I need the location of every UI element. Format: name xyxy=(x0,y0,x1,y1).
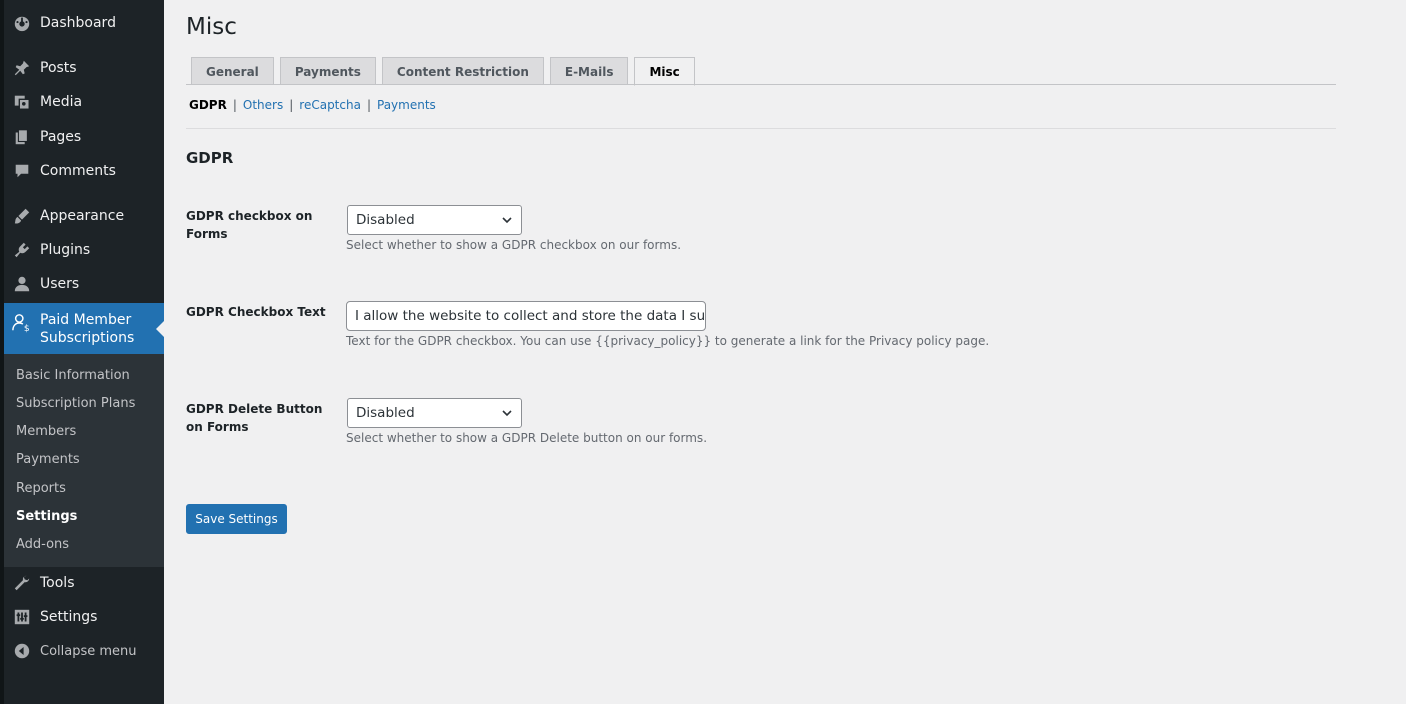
pin-icon xyxy=(12,58,32,78)
dashboard-icon xyxy=(12,13,32,33)
menu-label: Media xyxy=(40,94,83,110)
users-icon xyxy=(12,274,32,294)
submenu-item-basic-information[interactable]: Basic Information xyxy=(16,368,130,383)
subnav-separator: | xyxy=(232,98,237,112)
menu-label: Paid Member Subscriptions xyxy=(40,311,134,347)
select-value: Disabled xyxy=(356,405,415,421)
svg-text:$: $ xyxy=(24,324,30,334)
media-icon xyxy=(12,92,32,112)
appearance-icon xyxy=(12,206,32,226)
label-line2: on Forms xyxy=(186,420,249,434)
tabs-divider xyxy=(186,84,1336,85)
menu-label: Appearance xyxy=(40,208,125,224)
collapse-menu-button[interactable]: Collapse menu xyxy=(4,638,164,664)
menu-label: Comments xyxy=(40,163,116,179)
menu-label-line2: Subscriptions xyxy=(40,330,135,346)
gdpr-checkbox-label: GDPR checkbox on Forms xyxy=(186,207,331,243)
gdpr-delete-button-select[interactable]: Disabled xyxy=(347,398,522,428)
chevron-down-icon xyxy=(502,410,512,417)
label-line2: Forms xyxy=(186,227,228,241)
chevron-down-icon xyxy=(502,217,512,224)
gdpr-delete-button-description: Select whether to show a GDPR Delete but… xyxy=(346,431,708,445)
menu-label: Posts xyxy=(40,60,77,76)
label-line1: GDPR Delete Button xyxy=(186,402,323,416)
section-divider xyxy=(186,128,1336,129)
menu-item-posts[interactable]: Posts xyxy=(4,55,164,81)
admin-sidebar: Dashboard Posts Media Pages Comments App… xyxy=(0,0,165,704)
tools-icon xyxy=(12,573,32,593)
sub-navigation: GDPR | Others | reCaptcha | Payments xyxy=(189,98,436,112)
submenu-item-settings[interactable]: Settings xyxy=(16,509,77,524)
menu-item-settings[interactable]: Settings xyxy=(4,604,164,630)
tab-e-mails[interactable]: E-Mails xyxy=(549,57,629,85)
menu-item-paid-member-subscriptions[interactable]: $ Paid Member Subscriptions xyxy=(4,303,165,354)
settings-icon xyxy=(12,607,32,627)
menu-label: Tools xyxy=(40,575,75,591)
collapse-label: Collapse menu xyxy=(40,643,137,659)
gdpr-checkbox-description: Select whether to show a GDPR checkbox o… xyxy=(346,238,682,252)
submenu-item-members[interactable]: Members xyxy=(16,424,76,439)
menu-item-media[interactable]: Media xyxy=(4,89,164,115)
settings-tabs: General Payments Content Restriction E-M… xyxy=(191,57,701,86)
menu-item-comments[interactable]: Comments xyxy=(4,158,164,184)
menu-item-tools[interactable]: Tools xyxy=(4,570,164,596)
subnav-separator: | xyxy=(366,98,371,112)
submenu-item-reports[interactable]: Reports xyxy=(16,481,66,496)
subnav-recaptcha[interactable]: reCaptcha xyxy=(299,98,361,112)
tab-general[interactable]: General xyxy=(191,57,274,85)
plugins-icon xyxy=(12,240,32,260)
tab-misc[interactable]: Misc xyxy=(634,57,695,86)
member-icon: $ xyxy=(12,313,32,334)
submenu-item-payments[interactable]: Payments xyxy=(16,452,80,467)
menu-item-appearance[interactable]: Appearance xyxy=(4,203,164,229)
save-settings-button[interactable]: Save Settings xyxy=(186,504,287,534)
gdpr-checkbox-text-input[interactable]: I allow the website to collect and store… xyxy=(346,301,706,331)
label-line1: GDPR checkbox on xyxy=(186,209,313,223)
menu-label: Settings xyxy=(40,609,98,625)
gdpr-checkbox-text-label: GDPR Checkbox Text xyxy=(186,305,326,319)
menu-item-pages[interactable]: Pages xyxy=(4,124,164,150)
gdpr-delete-button-label: GDPR Delete Button on Forms xyxy=(186,400,331,436)
section-title: GDPR xyxy=(186,149,234,167)
menu-item-plugins[interactable]: Plugins xyxy=(4,237,164,263)
menu-label: Dashboard xyxy=(40,15,116,31)
page-title: Misc xyxy=(186,14,237,40)
subnav-gdpr[interactable]: GDPR xyxy=(189,98,227,112)
menu-item-dashboard[interactable]: Dashboard xyxy=(4,10,164,36)
gdpr-checkbox-select[interactable]: Disabled xyxy=(347,205,522,235)
subnav-others[interactable]: Others xyxy=(243,98,283,112)
pages-icon xyxy=(12,127,32,147)
menu-label: Pages xyxy=(40,129,82,145)
gdpr-checkbox-text-description: Text for the GDPR checkbox. You can use … xyxy=(346,334,990,348)
collapse-icon xyxy=(12,641,32,661)
menu-item-users[interactable]: Users xyxy=(4,271,164,297)
submenu: Basic Information Subscription Plans Mem… xyxy=(4,354,164,567)
menu-label-line1: Paid Member xyxy=(40,312,132,328)
active-menu-arrow xyxy=(156,319,165,338)
tab-content-restriction[interactable]: Content Restriction xyxy=(381,57,544,85)
subnav-separator: | xyxy=(289,98,294,112)
submenu-item-subscription-plans[interactable]: Subscription Plans xyxy=(16,396,135,411)
subnav-payments[interactable]: Payments xyxy=(377,98,436,112)
tab-payments[interactable]: Payments xyxy=(279,57,376,85)
menu-label: Plugins xyxy=(40,242,91,258)
menu-label: Users xyxy=(40,276,80,292)
select-value: Disabled xyxy=(356,212,415,228)
comments-icon xyxy=(12,161,32,181)
submenu-item-add-ons[interactable]: Add-ons xyxy=(16,537,69,552)
